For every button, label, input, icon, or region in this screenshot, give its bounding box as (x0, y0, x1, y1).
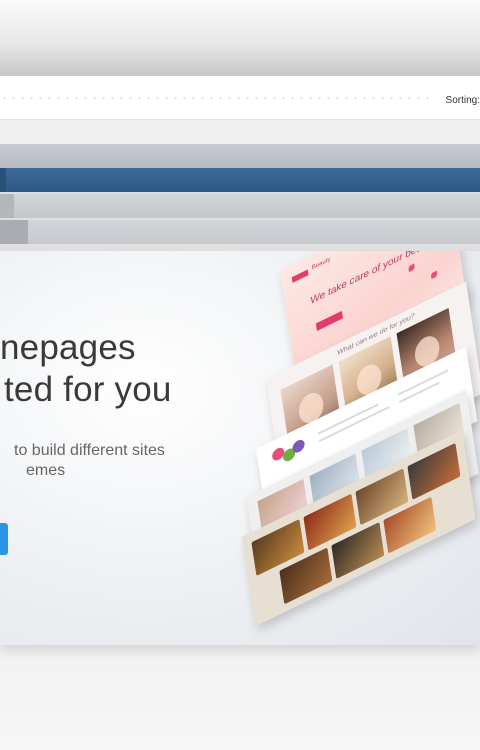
feature-icon (291, 437, 306, 455)
hero-title-line-1: nepages (0, 328, 136, 367)
mockup-logo-icon (291, 269, 309, 283)
list-row-3[interactable] (0, 194, 480, 218)
hero-subtitle: to build different sites emes (14, 441, 165, 481)
hero-subtitle-line-1: to build different sites (14, 442, 165, 459)
row-marker (0, 220, 28, 244)
toolbar-spacer (0, 120, 480, 144)
hero-subtitle-line-2: emes (26, 462, 66, 479)
toolbar-filter-strip (0, 93, 430, 103)
food-image (407, 442, 461, 500)
sorting-label[interactable]: Sorting: (446, 95, 480, 106)
list-row-selected[interactable] (0, 168, 480, 192)
toolbar (0, 76, 480, 120)
homepage-mockup-illustration: Beauty We take care of your beauty What … (220, 251, 480, 641)
hero-banner: nepages ted for you to build different s… (0, 251, 480, 645)
row-marker (0, 168, 6, 192)
row-marker (0, 194, 14, 218)
top-shade (0, 0, 480, 76)
mockup-brand: Beauty (311, 256, 331, 272)
mockup-button (315, 310, 343, 331)
petal-icon (430, 270, 438, 280)
hero-title: nepages ted for you (0, 327, 172, 411)
petal-icon (408, 263, 415, 273)
list-row-1[interactable] (0, 144, 480, 168)
hero-title-line-2: ted for you (4, 370, 172, 409)
list-row-4[interactable] (0, 220, 480, 244)
hero-cta-button[interactable] (0, 523, 8, 555)
